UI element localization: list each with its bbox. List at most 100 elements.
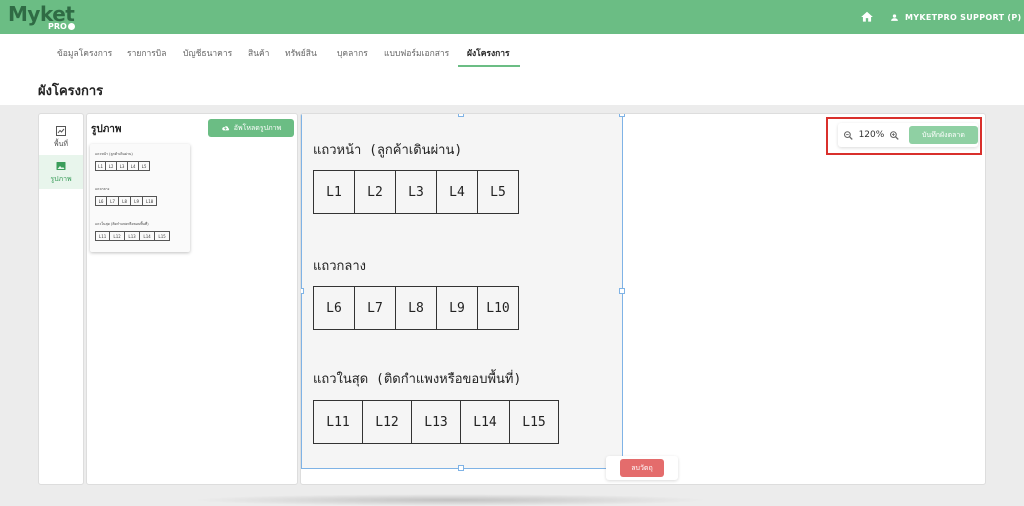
delete-toolbar: ลบวัตถุ [606,456,678,480]
tab-bills[interactable]: รายการบิล [127,46,166,60]
row-end-border [518,170,519,214]
thumb-row: L1 L2 L3 L4 L5 [95,161,150,171]
tab-products[interactable]: สินค้า [248,46,269,60]
lot-label: L8 [408,300,424,316]
lot-cell: L4 [436,170,477,214]
lot-label: L14 [473,414,497,430]
delete-object-button[interactable]: ลบวัตถุ [620,459,664,477]
lot-cell: L12 [362,400,411,444]
lot-label: L1 [326,184,342,200]
lot-cell: L6 [313,286,354,330]
lot-cell: L3 [395,170,436,214]
sidebar-item-area[interactable]: พื้นที่ [39,120,83,154]
image-icon [56,162,66,170]
thumb-lot: L4 [128,161,139,171]
thumb-row-label: แถวหน้า (ลูกค้าเดินผ่าน) [95,152,133,156]
lot-cell: L8 [395,286,436,330]
zoom-level: 120% [858,130,885,140]
lot-label: L5 [490,184,506,200]
images-panel-title: รูปภาพ [91,124,122,135]
upload-label: อัพโหลดรูปภาพ [233,123,282,132]
lot-label: L12 [375,414,399,430]
lot-cell: L10 [477,286,518,330]
tab-document-forms[interactable]: แบบฟอร์มเอกสาร [384,46,449,60]
lot-label: L15 [522,414,546,430]
tab-project-info[interactable]: ข้อมูลโครงการ [57,46,112,60]
logo-sub: PRO [48,22,67,31]
lot-label: L10 [486,300,510,316]
page-title: ผังโครงการ [38,84,104,99]
images-panel: รูปภาพ อัพโหลดรูปภาพ แถวหน้า (ลูกค้าเดิน… [86,113,298,485]
lot-cell: L9 [436,286,477,330]
thumb-lot: L13 [125,231,140,241]
sidebar-item-label: พื้นที่ [53,140,68,148]
resize-handle-right[interactable] [619,288,625,294]
tab-personnel[interactable]: บุคลากร [337,46,368,60]
top-app-bar: Myket PRO MYKETPRO SUPPORT (P) [0,0,1024,34]
tab-project-layout[interactable]: ผังโครงการ [467,46,510,60]
active-tab-indicator [458,65,520,67]
sidebar-item-images[interactable]: รูปภาพ [39,155,83,189]
lot-cell: L14 [460,400,509,444]
save-layout-button[interactable]: บันทึกผังตลาด [908,126,978,144]
lot-label: L2 [367,184,383,200]
lot-label: L11 [326,414,350,430]
thumb-lot: L8 [119,196,131,206]
thumb-lot: L5 [139,161,150,171]
row-end-border [558,400,559,444]
lot-cell: L1 [313,170,354,214]
row-end-border [518,286,519,330]
lot-label: L13 [424,414,448,430]
resize-handle-left[interactable] [301,288,304,294]
thumb-lot: L10 [143,196,157,206]
page-header [0,72,1024,105]
thumb-lot: L1 [95,161,106,171]
thumb-lot: L6 [95,196,107,206]
lot-label: L9 [449,300,465,316]
myket-logo[interactable]: Myket PRO [8,2,78,32]
lot-cell: L7 [354,286,395,330]
floorplan-row-label: แถวในสุด (ติดกำแพงหรือขอบพื้นที่) [313,372,522,387]
thumb-lot: L9 [131,196,143,206]
zoom-toolbar: 120% บันทึกผังตลาด [838,123,978,147]
lot-cell: L15 [509,400,558,444]
thumb-row: L11 L12 L13 L14 L15 [95,231,170,241]
thumb-lot: L2 [106,161,117,171]
area-chart-icon [56,126,66,136]
home-icon[interactable] [860,10,874,24]
user-icon [891,13,898,21]
thumb-lot: L14 [140,231,155,241]
thumb-row: L6 L7 L8 L9 L10 [95,196,157,206]
thumb-lot: L12 [110,231,125,241]
thumb-row-label: แถวในสุด (ติดกำแพงหรือขอบพื้นที่) [95,222,149,226]
layout-canvas[interactable]: แถวหน้า (ลูกค้าเดินผ่าน) L1 L2 L3 L4 L5 … [300,113,986,485]
user-menu[interactable]: MYKETPRO SUPPORT (P) [890,10,1022,24]
floorplan-row-label: แถวหน้า (ลูกค้าเดินผ่าน) [313,143,463,158]
zoom-in-icon[interactable] [889,130,900,141]
logo-dot [68,23,75,30]
thumb-lot: L11 [95,231,110,241]
lot-label: L7 [367,300,383,316]
decorative-shadow [190,494,710,506]
lot-label: L6 [326,300,342,316]
thumb-lot: L7 [107,196,119,206]
tab-bank-accounts[interactable]: บัญชีธนาคาร [183,46,232,60]
resize-handle-bottom[interactable] [458,465,464,471]
lot-cell: L13 [411,400,460,444]
resize-handle-top[interactable] [458,114,464,117]
thumb-row-label: แถวกลาง [95,187,110,191]
upload-image-button[interactable]: อัพโหลดรูปภาพ [208,119,294,137]
zoom-out-icon[interactable] [843,130,854,141]
floorplan-row-middle: L6 L7 L8 L9 L10 [313,286,519,330]
thumb-lot: L15 [155,231,170,241]
floorplan-image[interactable]: แถวหน้า (ลูกค้าเดินผ่าน) L1 L2 L3 L4 L5 … [301,114,623,468]
floorplan-row-front: L1 L2 L3 L4 L5 [313,170,519,214]
layout-image-thumbnail[interactable]: แถวหน้า (ลูกค้าเดินผ่าน) L1 L2 L3 L4 L5 … [90,144,190,252]
lot-label: L3 [408,184,424,200]
tab-assets[interactable]: ทรัพย์สิน [285,46,317,60]
lot-label: L4 [449,184,465,200]
editor-sidebar: พื้นที่ รูปภาพ [38,113,84,485]
thumb-lot: L3 [117,161,128,171]
lot-cell: L5 [477,170,518,214]
resize-handle-top-right[interactable] [619,114,625,117]
